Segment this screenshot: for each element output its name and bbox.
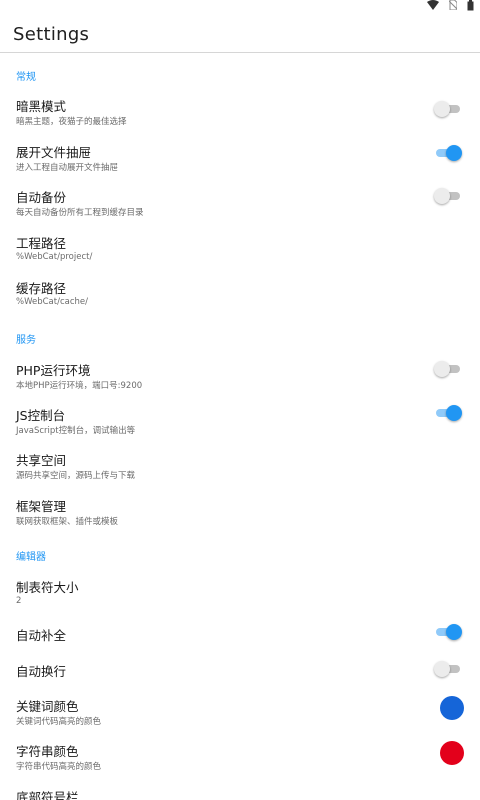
setting-shared-space[interactable]: 共享空间 源码共享空间，源码上传与下载 (0, 450, 480, 486)
wifi-icon (427, 0, 439, 10)
setting-subtitle: 联网获取框架、插件或模板 (16, 517, 119, 527)
setting-auto-complete[interactable]: 自动补全 (0, 624, 480, 649)
setting-string-color[interactable]: 字符串颜色 字符串代码高亮的颜色 (0, 741, 480, 777)
setting-title: 底部符号栏 (16, 790, 79, 800)
setting-keyword-color[interactable]: 关键词颜色 关键词代码高亮的颜色 (0, 696, 480, 732)
section-header-service: 服务 (16, 335, 36, 346)
setting-title: PHP运行环境 (16, 363, 91, 378)
setting-title: 自动备份 (16, 190, 67, 205)
setting-title: JS控制台 (16, 408, 66, 423)
page-title: Settings (13, 24, 90, 45)
js-console-toggle[interactable] (434, 405, 462, 421)
dark-mode-toggle[interactable] (434, 101, 462, 117)
auto-complete-toggle[interactable] (434, 624, 462, 640)
setting-subtitle: 进入工程自动展开文件抽屉 (16, 163, 119, 173)
setting-dark-mode[interactable]: 暗黑模式 暗黑主题，夜猫子的最佳选择 (0, 96, 480, 132)
setting-subtitle: 每天自动备份所有工程到缓存目录 (16, 208, 144, 218)
section-header-general: 常规 (16, 72, 36, 83)
setting-auto-backup[interactable]: 自动备份 每天自动备份所有工程到缓存目录 (0, 187, 480, 223)
setting-php-env[interactable]: PHP运行环境 本地PHP运行环境，端口号:9200 (0, 360, 480, 396)
settings-list[interactable]: 常规 暗黑模式 暗黑主题，夜猫子的最佳选择 展开文件抽屉 进入工程自动展开文件抽… (0, 53, 480, 800)
setting-title: 框架管理 (16, 499, 67, 514)
expand-drawer-toggle[interactable] (434, 145, 462, 161)
setting-title: 共享空间 (16, 453, 67, 468)
setting-title: 字符串颜色 (16, 744, 79, 759)
setting-title: 自动补全 (16, 628, 67, 643)
setting-framework[interactable]: 框架管理 联网获取框架、插件或模板 (0, 496, 480, 532)
setting-expand-drawer[interactable]: 展开文件抽屉 进入工程自动展开文件抽屉 (0, 142, 480, 178)
setting-title: 关键词颜色 (16, 699, 79, 714)
setting-title: 缓存路径 (16, 281, 67, 296)
keyword-color-swatch[interactable] (440, 696, 464, 720)
setting-subtitle: 关键词代码高亮的颜色 (16, 717, 102, 727)
setting-title: 暗黑模式 (16, 99, 67, 114)
battery-icon (467, 0, 474, 11)
string-color-swatch[interactable] (440, 741, 464, 765)
section-header-editor: 编辑器 (16, 552, 46, 563)
no-sim-icon (449, 0, 457, 10)
setting-auto-wrap[interactable]: 自动换行 (0, 661, 480, 685)
setting-cache-path[interactable]: 缓存路径 %WebCat/cache/ (0, 278, 480, 314)
setting-subtitle: 字符串代码高亮的颜色 (16, 762, 102, 772)
auto-backup-toggle[interactable] (434, 188, 462, 204)
status-bar (0, 0, 480, 12)
setting-value: 2 (16, 596, 22, 606)
app-bar: Settings (0, 14, 480, 53)
setting-subtitle: %WebCat/cache/ (16, 297, 88, 307)
setting-subtitle: 源码共享空间，源码上传与下载 (16, 471, 136, 481)
setting-title: 自动换行 (16, 664, 67, 679)
setting-tab-size[interactable]: 制表符大小 2 (0, 577, 480, 613)
setting-subtitle: JavaScript控制台，调试输出等 (16, 426, 136, 436)
setting-title: 工程路径 (16, 236, 67, 251)
setting-symbol-bar[interactable]: 底部符号栏 (0, 787, 480, 800)
setting-title: 制表符大小 (16, 580, 79, 595)
auto-wrap-toggle[interactable] (434, 661, 462, 677)
setting-subtitle: 暗黑主题，夜猫子的最佳选择 (16, 117, 127, 127)
setting-title: 展开文件抽屉 (16, 145, 92, 160)
setting-project-path[interactable]: 工程路径 %WebCat/project/ (0, 233, 480, 269)
setting-subtitle: %WebCat/project/ (16, 252, 93, 262)
setting-subtitle: 本地PHP运行环境，端口号:9200 (16, 381, 143, 391)
php-env-toggle[interactable] (434, 361, 462, 377)
setting-js-console[interactable]: JS控制台 JavaScript控制台，调试输出等 (0, 405, 480, 441)
